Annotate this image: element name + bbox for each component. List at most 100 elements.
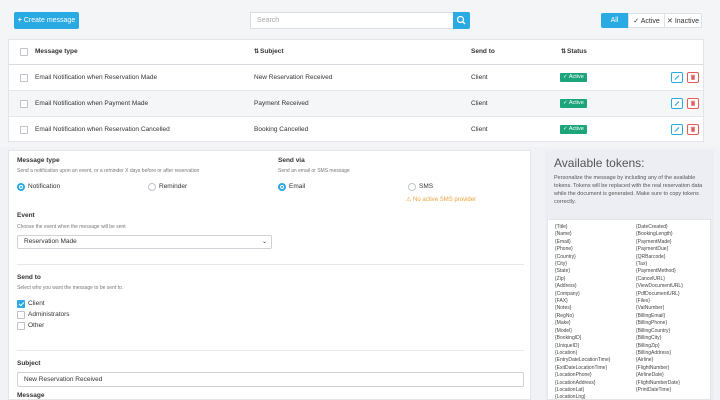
token-item: {BillingEmail} <box>636 312 666 319</box>
search-button[interactable] <box>453 12 470 29</box>
status-text: Active <box>568 126 584 132</box>
plus-icon: + <box>17 17 22 24</box>
pencil-icon <box>674 75 680 80</box>
token-item: {BookingLength} <box>636 231 673 238</box>
token-item: {AirlineDate} <box>636 372 664 379</box>
header-status-label: Status <box>567 48 587 55</box>
token-item: {State} <box>555 268 571 275</box>
trash-icon <box>690 74 696 80</box>
send-to-label: Send to <box>17 274 41 281</box>
token-item: {PdfDocumentURL} <box>636 290 680 297</box>
token-item: {BillingCountry} <box>636 327 671 334</box>
token-item: {Make} <box>555 320 571 327</box>
status-text: Active <box>568 74 584 80</box>
search-icon <box>456 15 466 25</box>
token-item: {LocationAddress} <box>555 379 596 386</box>
radio-sms[interactable] <box>408 183 416 191</box>
check-icon: ✓ <box>633 18 641 25</box>
checkbox-administrators[interactable] <box>17 311 25 319</box>
status-text: Active <box>568 100 584 106</box>
event-label: Event <box>17 212 35 219</box>
status-badge: ✓ Active <box>560 99 587 108</box>
header-message-type[interactable]: Message type <box>35 47 78 57</box>
header-status[interactable]: ⇅Status <box>561 47 587 57</box>
event-select[interactable]: Reservation Made ⌄ <box>17 235 272 249</box>
filter-inactive[interactable]: ✕ Inactive <box>664 13 702 28</box>
row-checkbox[interactable] <box>20 126 28 134</box>
token-item: {Company} <box>555 290 580 297</box>
token-item: {Name} <box>555 231 572 238</box>
row-checkbox[interactable] <box>20 100 28 108</box>
token-item: {VatNumber} <box>636 305 665 312</box>
token-item: {Email} <box>555 238 571 245</box>
trash-icon <box>690 126 696 132</box>
select-all-checkbox[interactable] <box>20 48 28 56</box>
token-item: {Tax} <box>636 261 648 268</box>
message-form: Message type Send a notification upon an… <box>8 150 531 400</box>
radio-reminder[interactable] <box>148 183 156 191</box>
tokens-column-1: {Title} {Name} {Email} {Phone} {Country} {Cit… <box>555 224 610 400</box>
table-row[interactable]: Email Notification when Reservation Canc… <box>9 117 703 143</box>
sms-warning: ⚠ No active SMS provider <box>406 196 476 203</box>
status-badge: ✓ Active <box>560 125 587 134</box>
checkbox-other[interactable] <box>17 322 25 330</box>
divider <box>17 264 524 265</box>
edit-button[interactable] <box>671 124 683 135</box>
send-via-label: Send via <box>278 157 305 164</box>
search-input[interactable]: Search <box>250 12 453 29</box>
edit-button[interactable] <box>671 98 683 109</box>
row-subject: New Reservation Received <box>254 74 333 81</box>
token-item: {BillingAddress} <box>636 349 672 356</box>
subject-input[interactable]: New Reservation Received <box>17 372 524 387</box>
option-other: Other <box>28 322 45 329</box>
token-item: {Location} <box>555 349 578 356</box>
token-item: {QRBarcode} <box>636 253 666 260</box>
row-message-type: Email Notification when Reservation Made <box>35 74 158 81</box>
row-send-to: Client <box>471 100 488 107</box>
token-item: {BillingZip} <box>636 342 660 349</box>
header-send-to[interactable]: Send to <box>471 47 495 57</box>
option-reminder: Reminder <box>159 183 188 190</box>
radio-email[interactable] <box>278 183 286 191</box>
subject-label: Subject <box>17 360 41 367</box>
tokens-panel: Available tokens: Personalize the messag… <box>545 150 714 400</box>
divider <box>17 350 524 351</box>
message-type-label: Message type <box>17 157 60 164</box>
token-item: {Files} <box>636 298 650 305</box>
table-row[interactable]: Email Notification when Reservation Made… <box>9 65 703 91</box>
event-hint: Choose the event when the message will b… <box>17 224 126 230</box>
tokens-column-2: {DateCreated} {BookingLength} {PaymentMade… <box>636 224 683 394</box>
filter-active[interactable]: ✓ Active <box>628 13 664 28</box>
token-item: {LocationPhone} <box>555 372 592 379</box>
token-item: {BillingPhone} <box>636 320 668 327</box>
radio-notification[interactable] <box>17 183 25 191</box>
filter-all[interactable]: All <box>601 13 628 28</box>
send-to-hint: Select who you want the message to be se… <box>17 285 124 291</box>
delete-button[interactable] <box>687 124 699 135</box>
row-send-to: Client <box>471 126 488 133</box>
delete-button[interactable] <box>687 98 699 109</box>
tokens-title: Available tokens: <box>554 156 645 170</box>
option-sms: SMS <box>419 183 434 190</box>
token-item: {DateCreated} <box>636 224 668 230</box>
table-row[interactable]: Email Notification when Payment Made Pay… <box>9 91 703 117</box>
token-item: {ViewDocumentURL} <box>636 283 683 290</box>
row-send-to: Client <box>471 74 488 81</box>
row-checkbox[interactable] <box>20 74 28 82</box>
token-item: {LocationLat} <box>555 386 585 393</box>
row-message-type: Email Notification when Reservation Canc… <box>35 126 170 133</box>
token-item: {PrintDateTime} <box>636 386 672 393</box>
header-subject[interactable]: ⇅Subject <box>254 47 284 57</box>
delete-button[interactable] <box>687 72 699 83</box>
checkbox-client[interactable] <box>17 300 25 308</box>
sort-icon: ⇅ <box>254 49 260 55</box>
option-email: Email <box>289 183 306 190</box>
filter-active-label: Active <box>640 18 660 25</box>
create-message-button[interactable]: + Create message <box>14 12 79 29</box>
token-item: {BookingID} <box>555 335 582 342</box>
create-message-label: Create message <box>23 17 76 24</box>
message-label: Message <box>17 392 45 399</box>
pencil-icon <box>674 127 680 132</box>
token-item: {FlightNumber} <box>636 364 670 371</box>
edit-button[interactable] <box>671 72 683 83</box>
